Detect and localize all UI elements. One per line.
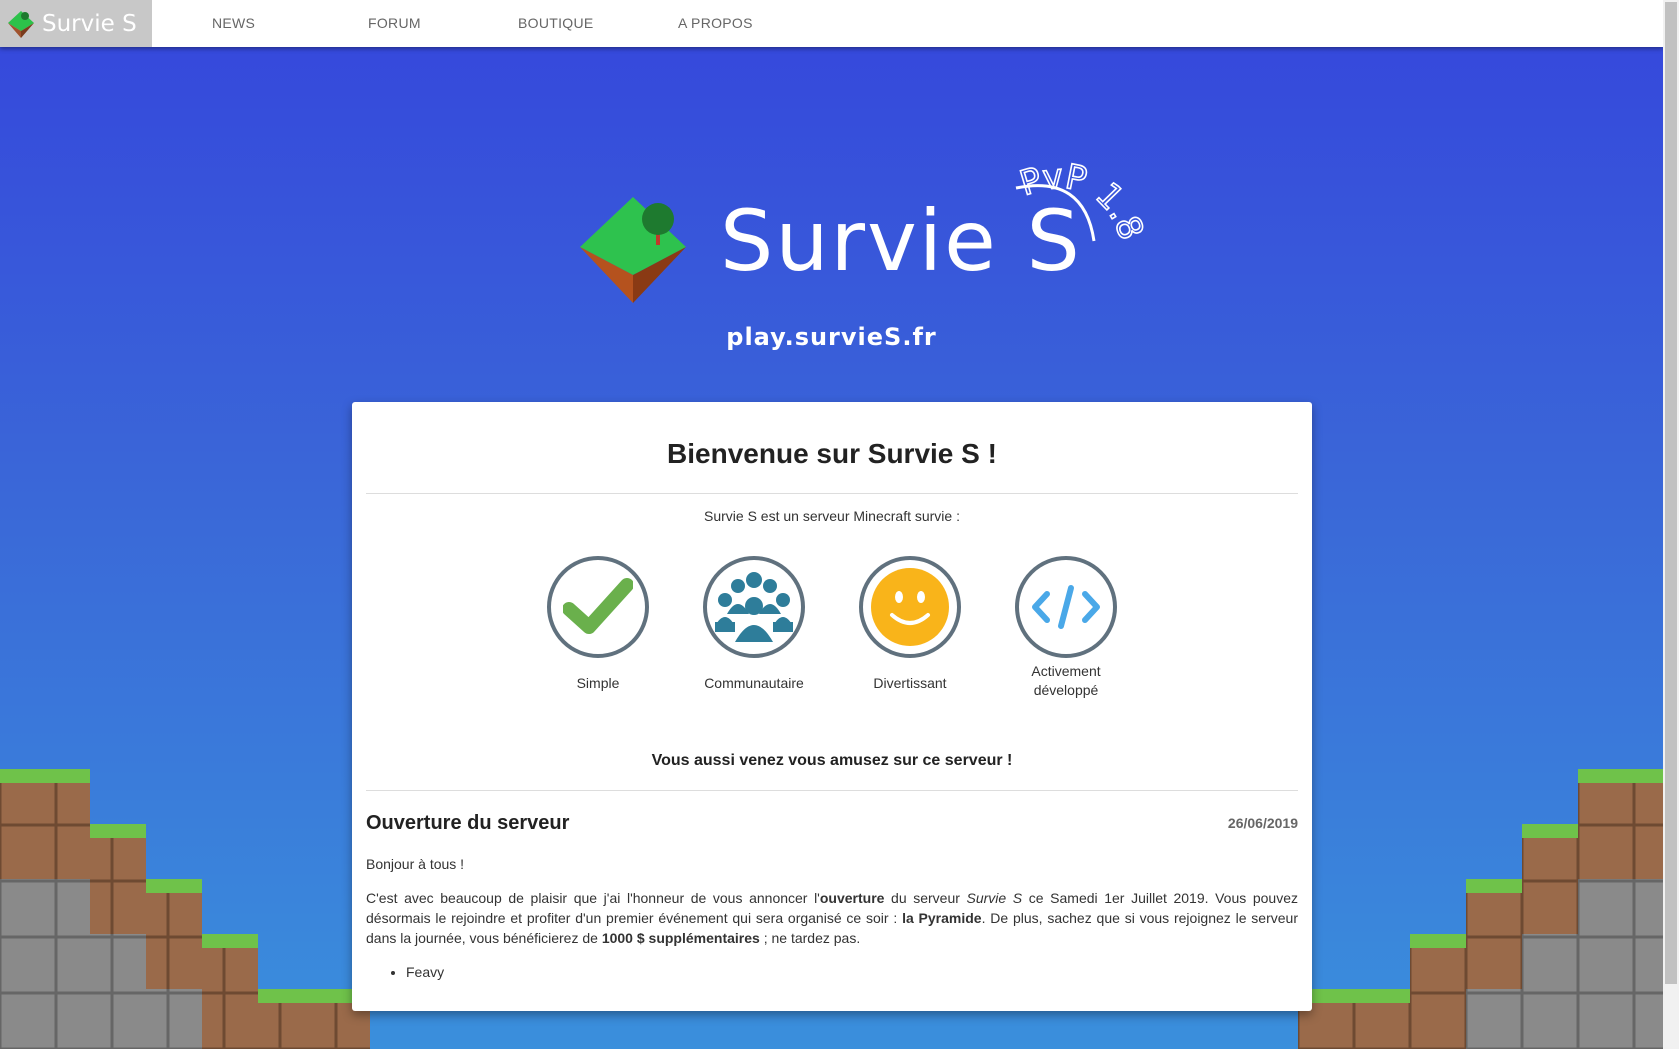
island-logo-icon: [8, 10, 34, 38]
welcome-card: Bienvenue sur Survie S ! Survie S est un…: [352, 402, 1312, 1011]
call-to-action: Vous aussi venez vous amusez sur ce serv…: [651, 752, 1013, 769]
server-ip[interactable]: play.survieS.fr: [0, 323, 1663, 351]
post-title: Ouverture du serveur: [366, 812, 570, 834]
post-greeting: Bonjour à tous !: [366, 856, 465, 872]
card-title: Bienvenue sur Survie S !: [667, 438, 997, 469]
scrollbar-thumb[interactable]: [1665, 2, 1677, 984]
feature-icon-circle: [1015, 556, 1117, 658]
feature-icon-circle: [859, 556, 961, 658]
post-author-list: Feavy: [366, 962, 1298, 982]
brand-home-link[interactable]: Survie S: [0, 0, 152, 47]
navbar: Survie S NEWS FORUM BOUTIQUE A PROPOS: [0, 0, 1663, 47]
terrain-right-decoration: [1298, 769, 1663, 1049]
island-hero-logo-icon: [580, 197, 686, 303]
community-icon: [715, 572, 793, 642]
brand-name: Survie S: [42, 10, 137, 37]
feature-label: Communautaire: [704, 675, 804, 691]
page-scrollbar[interactable]: [1663, 0, 1679, 1049]
smiley-icon: [871, 568, 949, 646]
svg-text:PvP 1.8: PvP 1.8: [1015, 157, 1151, 246]
feature-label: Divertissant: [873, 675, 947, 691]
divider: [366, 493, 1298, 494]
feature-label: Simple: [576, 675, 620, 691]
feature-simple: Simple: [533, 556, 663, 693]
nav-a-propos[interactable]: A PROPOS: [678, 0, 753, 47]
divider: [366, 790, 1298, 791]
post-body: Bonjour à tous ! C'est avec beaucoup de …: [366, 854, 1298, 982]
post-author: Feavy: [406, 962, 1298, 982]
code-icon: [1032, 585, 1100, 629]
feature-communautaire: Communautaire: [689, 556, 819, 693]
intro-text: Survie S est un serveur Minecraft survie…: [704, 508, 960, 524]
pvp-version-label: PvP 1.8: [1015, 156, 1152, 246]
post-date: 26/06/2019: [1227, 815, 1298, 831]
feature-activement-developpe: Activement développé: [1001, 556, 1131, 700]
feature-icon-circle: [547, 556, 649, 658]
nav-forum[interactable]: FORUM: [368, 0, 421, 47]
feature-divertissant: Divertissant: [845, 556, 975, 693]
feature-icon-circle: [703, 556, 805, 658]
nav-boutique[interactable]: BOUTIQUE: [518, 0, 594, 47]
checkmark-icon: [563, 578, 633, 634]
terrain-left-decoration: [0, 769, 370, 1049]
post-paragraph: C'est avec beaucoup de plaisir que j'ai …: [366, 890, 1298, 946]
nav-news[interactable]: NEWS: [212, 0, 255, 47]
feature-label: Activement développé: [1031, 663, 1101, 698]
